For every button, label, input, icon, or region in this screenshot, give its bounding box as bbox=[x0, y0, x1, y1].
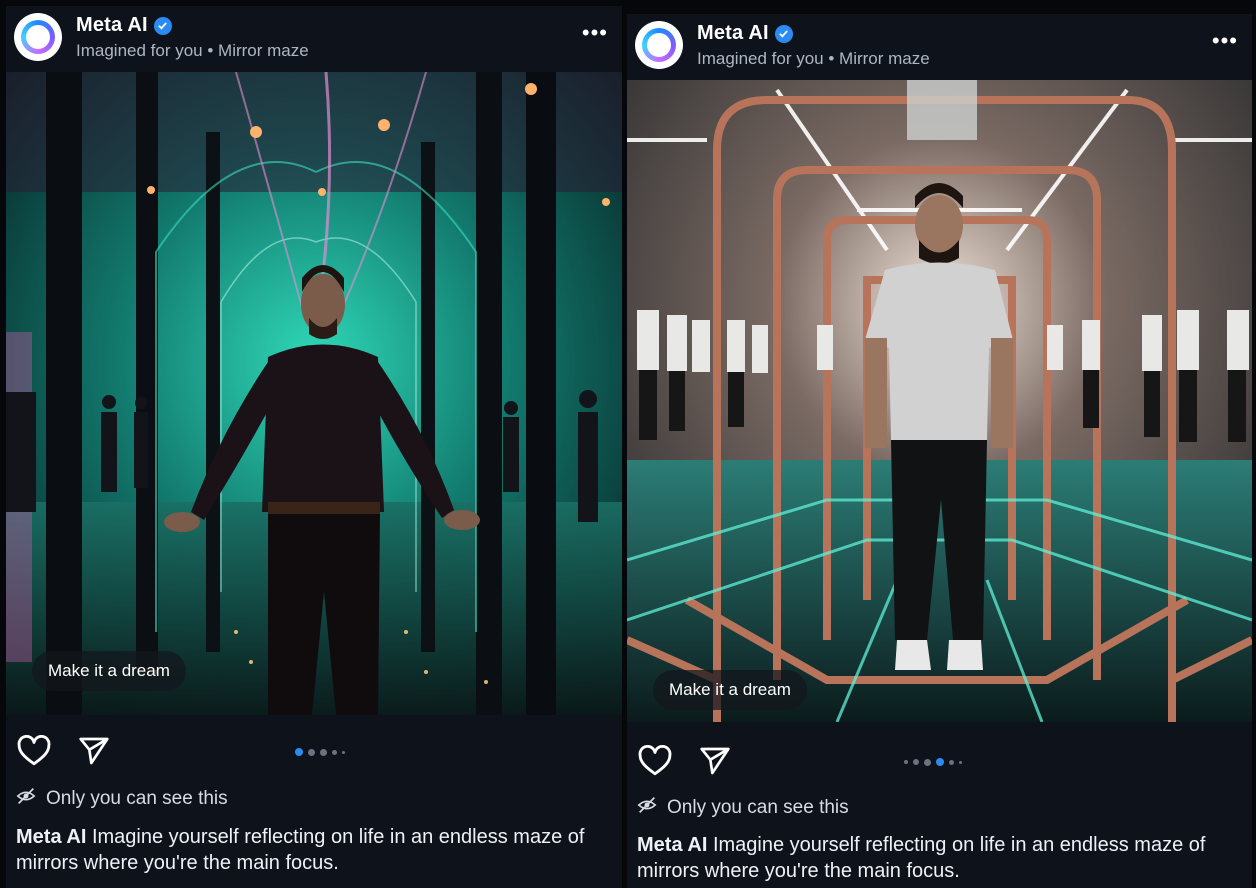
send-icon[interactable] bbox=[74, 732, 114, 770]
post-card: Meta AI Imagined for you • Mirror maze •… bbox=[627, 14, 1252, 888]
meta-ai-ring-icon bbox=[21, 20, 55, 54]
caption-author[interactable]: Meta AI bbox=[637, 834, 707, 856]
make-it-a-dream-button[interactable]: Make it a dream bbox=[32, 651, 186, 691]
make-it-a-dream-button[interactable]: Make it a dream bbox=[653, 670, 807, 710]
author-name-row[interactable]: Meta AI bbox=[697, 22, 793, 45]
post-header: Meta AI Imagined for you • Mirror maze •… bbox=[627, 14, 1252, 80]
post-image[interactable]: Make it a dream bbox=[6, 72, 622, 715]
post-actions bbox=[6, 724, 622, 776]
privacy-notice: Only you can see this bbox=[637, 796, 849, 820]
heart-icon[interactable] bbox=[14, 732, 54, 770]
carousel-dot[interactable] bbox=[949, 759, 954, 765]
meta-ai-avatar[interactable] bbox=[635, 21, 683, 69]
carousel-dot[interactable] bbox=[332, 749, 337, 755]
carousel-dot[interactable] bbox=[320, 748, 327, 756]
caption-author[interactable]: Meta AI bbox=[16, 826, 86, 848]
meta-ai-avatar[interactable] bbox=[14, 13, 62, 61]
privacy-notice: Only you can see this bbox=[16, 787, 228, 811]
post-caption: Meta AI Imagine yourself reflecting on l… bbox=[637, 832, 1238, 884]
post-caption: Meta AI Imagine yourself reflecting on l… bbox=[16, 824, 608, 876]
more-options-button[interactable]: ••• bbox=[582, 22, 608, 44]
carousel-dot[interactable] bbox=[959, 760, 962, 764]
post-header: Meta AI Imagined for you • Mirror maze •… bbox=[6, 6, 622, 72]
meta-ai-ring-icon bbox=[642, 28, 676, 62]
privacy-text: Only you can see this bbox=[46, 788, 228, 809]
carousel-dot[interactable] bbox=[913, 759, 919, 765]
heart-icon[interactable] bbox=[635, 742, 675, 780]
author-name[interactable]: Meta AI bbox=[76, 14, 148, 37]
carousel-dot[interactable] bbox=[342, 750, 345, 754]
author-name-row[interactable]: Meta AI bbox=[76, 14, 172, 37]
more-options-button[interactable]: ••• bbox=[1212, 30, 1238, 52]
carousel-dot[interactable] bbox=[924, 758, 931, 766]
verified-check-icon bbox=[153, 16, 172, 35]
eye-off-icon bbox=[16, 787, 36, 811]
carousel-indicator bbox=[904, 758, 962, 766]
post-subtitle: Imagined for you • Mirror maze bbox=[697, 49, 930, 68]
verified-check-icon bbox=[774, 24, 793, 43]
post-image[interactable]: Make it a dream bbox=[627, 80, 1252, 722]
carousel-dot[interactable] bbox=[904, 760, 908, 764]
post-card: Meta AI Imagined for you • Mirror maze •… bbox=[6, 6, 622, 888]
carousel-dot[interactable] bbox=[308, 748, 315, 756]
caption-text: Imagine yourself reflecting on life in a… bbox=[637, 834, 1206, 882]
post-actions bbox=[627, 734, 1252, 786]
carousel-indicator bbox=[295, 748, 345, 756]
send-icon[interactable] bbox=[695, 742, 735, 780]
author-name[interactable]: Meta AI bbox=[697, 22, 769, 45]
caption-text: Imagine yourself reflecting on life in a… bbox=[16, 826, 585, 874]
carousel-dot[interactable] bbox=[936, 758, 944, 766]
post-subtitle: Imagined for you • Mirror maze bbox=[76, 41, 309, 60]
carousel-dot[interactable] bbox=[295, 748, 303, 756]
eye-off-icon bbox=[637, 796, 657, 820]
privacy-text: Only you can see this bbox=[667, 797, 849, 818]
